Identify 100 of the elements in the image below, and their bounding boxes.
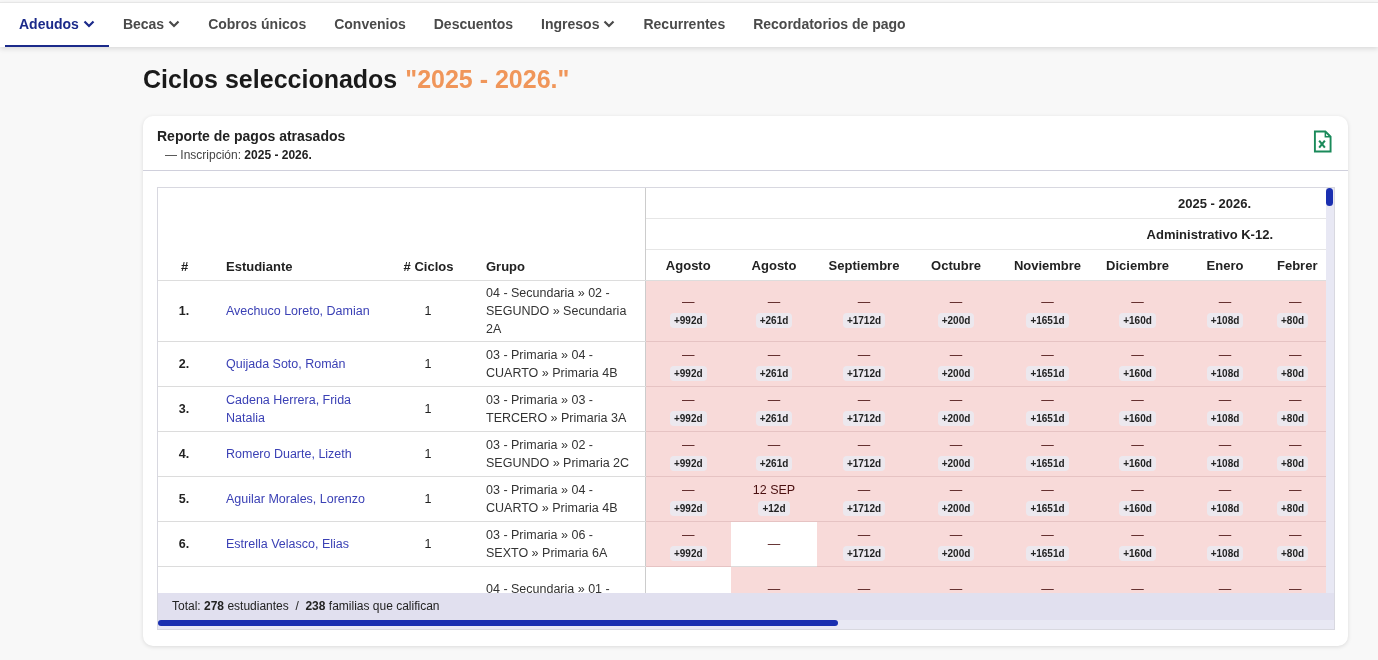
student-link[interactable]: Cadena Herrera, Frida Natalia: [226, 391, 372, 427]
student-link[interactable]: Romero Duarte, Lizeth: [226, 445, 352, 463]
group-name: 03 - Primaria » 03 - TERCERO » Primaria 3A: [486, 393, 627, 425]
payment-date: —: [856, 392, 872, 409]
payment-date: —: [1130, 482, 1145, 499]
payment-date: —: [856, 294, 872, 311]
payment-date: —: [1040, 437, 1055, 454]
days-overdue-badge: +160d: [1119, 313, 1156, 328]
days-overdue-badge: +261d: [755, 313, 793, 328]
month-header: Diciembre: [1094, 249, 1181, 281]
student-link[interactable]: Estrella Velasco, Elias: [226, 535, 349, 553]
group-name: 03 - Primaria » 04 - CUARTO » Primaria 4B: [486, 483, 618, 515]
days-overdue-badge: +1712d: [842, 411, 886, 426]
report-subtitle: — Inscripción: 2025 - 2026.: [164, 148, 313, 162]
month-header: Septiembre: [817, 249, 911, 281]
days-overdue-badge: +80d: [1277, 456, 1309, 471]
group-name: 03 - Primaria » 04 - CUARTO » Primaria 4B: [486, 348, 618, 380]
days-overdue-badge: +1712d: [842, 501, 886, 516]
column-header: #: [158, 188, 211, 281]
days-overdue-badge: +108d: [1206, 366, 1244, 381]
payment-date: —: [1040, 392, 1055, 409]
payment-date: —: [1217, 482, 1233, 499]
cycle-count: 1: [424, 402, 432, 416]
nav-tab[interactable]: Cobros únicos: [194, 3, 321, 47]
nav-tab[interactable]: Recurrentes: [629, 3, 740, 47]
cycle-header: 2025 - 2026.: [645, 188, 1326, 219]
days-overdue-badge: +992d: [669, 546, 707, 561]
days-overdue-badge: +200d: [937, 501, 975, 516]
group-name: 03 - Primaria » 02 - SEGUNDO » Primaria 2C: [486, 438, 630, 470]
payment-date: —: [948, 294, 964, 311]
nav-tab[interactable]: Becas: [108, 3, 195, 47]
days-overdue-badge: +1712d: [842, 366, 886, 381]
payment-date: —: [948, 527, 964, 544]
payment-date: —: [766, 580, 782, 593]
horizontal-scrollbar[interactable]: [158, 620, 1334, 629]
payment-date: —: [766, 392, 782, 409]
column-header: Grupo: [471, 188, 645, 281]
days-overdue-badge: +992d: [669, 366, 707, 381]
payment-date: —: [948, 482, 964, 499]
payment-date: —: [1288, 527, 1303, 544]
student-link[interactable]: Aguilar Morales, Lorenzo: [226, 490, 365, 508]
payment-date: —: [948, 580, 964, 593]
nav-tab[interactable]: Convenios: [320, 3, 420, 47]
month-header: Enero: [1181, 249, 1269, 281]
month-header: Octubre: [911, 249, 1001, 281]
days-overdue-badge: +200d: [937, 546, 975, 561]
cycle-count: 1: [424, 357, 432, 371]
days-overdue-badge: +80d: [1277, 501, 1309, 516]
row-number: 5.: [178, 492, 190, 506]
payment-date: —: [1040, 482, 1055, 499]
days-overdue-badge: +1651d: [1026, 366, 1069, 381]
payment-date: —: [1040, 294, 1055, 311]
days-overdue-badge: +1651d: [1026, 313, 1069, 328]
payment-date: —: [1040, 347, 1055, 364]
days-overdue-badge: +200d: [937, 411, 975, 426]
payment-date: —: [1040, 580, 1055, 593]
payment-date: —: [1130, 580, 1145, 593]
payment-date: —: [681, 392, 696, 409]
payment-date: 12 SEP: [751, 482, 797, 499]
payment-date: —: [681, 482, 696, 499]
total-summary: Total: 278 estudiantes / 238 familias que califican: [158, 593, 1334, 620]
cycle-label: "2025 - 2026.": [405, 65, 570, 94]
cycle-count: 1: [424, 304, 432, 318]
caret-icon: [82, 20, 95, 28]
payment-date: —: [1217, 437, 1233, 454]
payment-date: —: [1288, 482, 1303, 499]
payment-date: —: [1040, 527, 1055, 544]
days-overdue-badge: +108d: [1206, 411, 1244, 426]
days-overdue-badge: +160d: [1119, 366, 1156, 381]
days-overdue-badge: +160d: [1119, 411, 1156, 426]
spreadsheet-export-icon[interactable]: [1313, 130, 1332, 153]
days-overdue-badge: +108d: [1206, 501, 1244, 516]
vertical-scrollbar[interactable]: [1326, 188, 1334, 593]
days-overdue-badge: +1651d: [1026, 456, 1069, 471]
group-name: 04 - Secundaria » 01 -: [486, 582, 610, 593]
payment-date: —: [766, 294, 782, 311]
payment-date: —: [856, 482, 872, 499]
payment-date: —: [1288, 294, 1303, 311]
student-link[interactable]: Avechuco Loreto, Damian: [226, 302, 370, 320]
days-overdue-badge: +108d: [1206, 546, 1244, 561]
payment-date: —: [681, 294, 696, 311]
days-overdue-badge: +992d: [669, 313, 707, 328]
payment-date: —: [856, 527, 872, 544]
column-header: # Ciclos: [386, 188, 471, 281]
nav-tab[interactable]: Ingresos: [527, 3, 630, 47]
column-header: Estudiante: [211, 188, 386, 281]
days-overdue-badge: +12d: [758, 501, 790, 516]
days-overdue-badge: +1651d: [1026, 546, 1069, 561]
plan-header: Administrativo K-12.: [645, 218, 1326, 250]
page-title: Ciclos seleccionados: [143, 65, 398, 94]
payment-date: —: [1217, 527, 1233, 544]
nav-tab[interactable]: Adeudos: [5, 3, 109, 47]
month-header: Agosto: [731, 249, 817, 281]
nav-tab[interactable]: Descuentos: [419, 3, 528, 47]
student-link[interactable]: Quijada Soto, Román: [226, 355, 346, 373]
nav-tab[interactable]: Recordatorios de pago: [739, 3, 920, 47]
days-overdue-badge: +1651d: [1026, 411, 1069, 426]
payment-date: —: [1130, 437, 1145, 454]
payment-date: —: [856, 437, 872, 454]
month-header: Agosto: [645, 249, 731, 281]
